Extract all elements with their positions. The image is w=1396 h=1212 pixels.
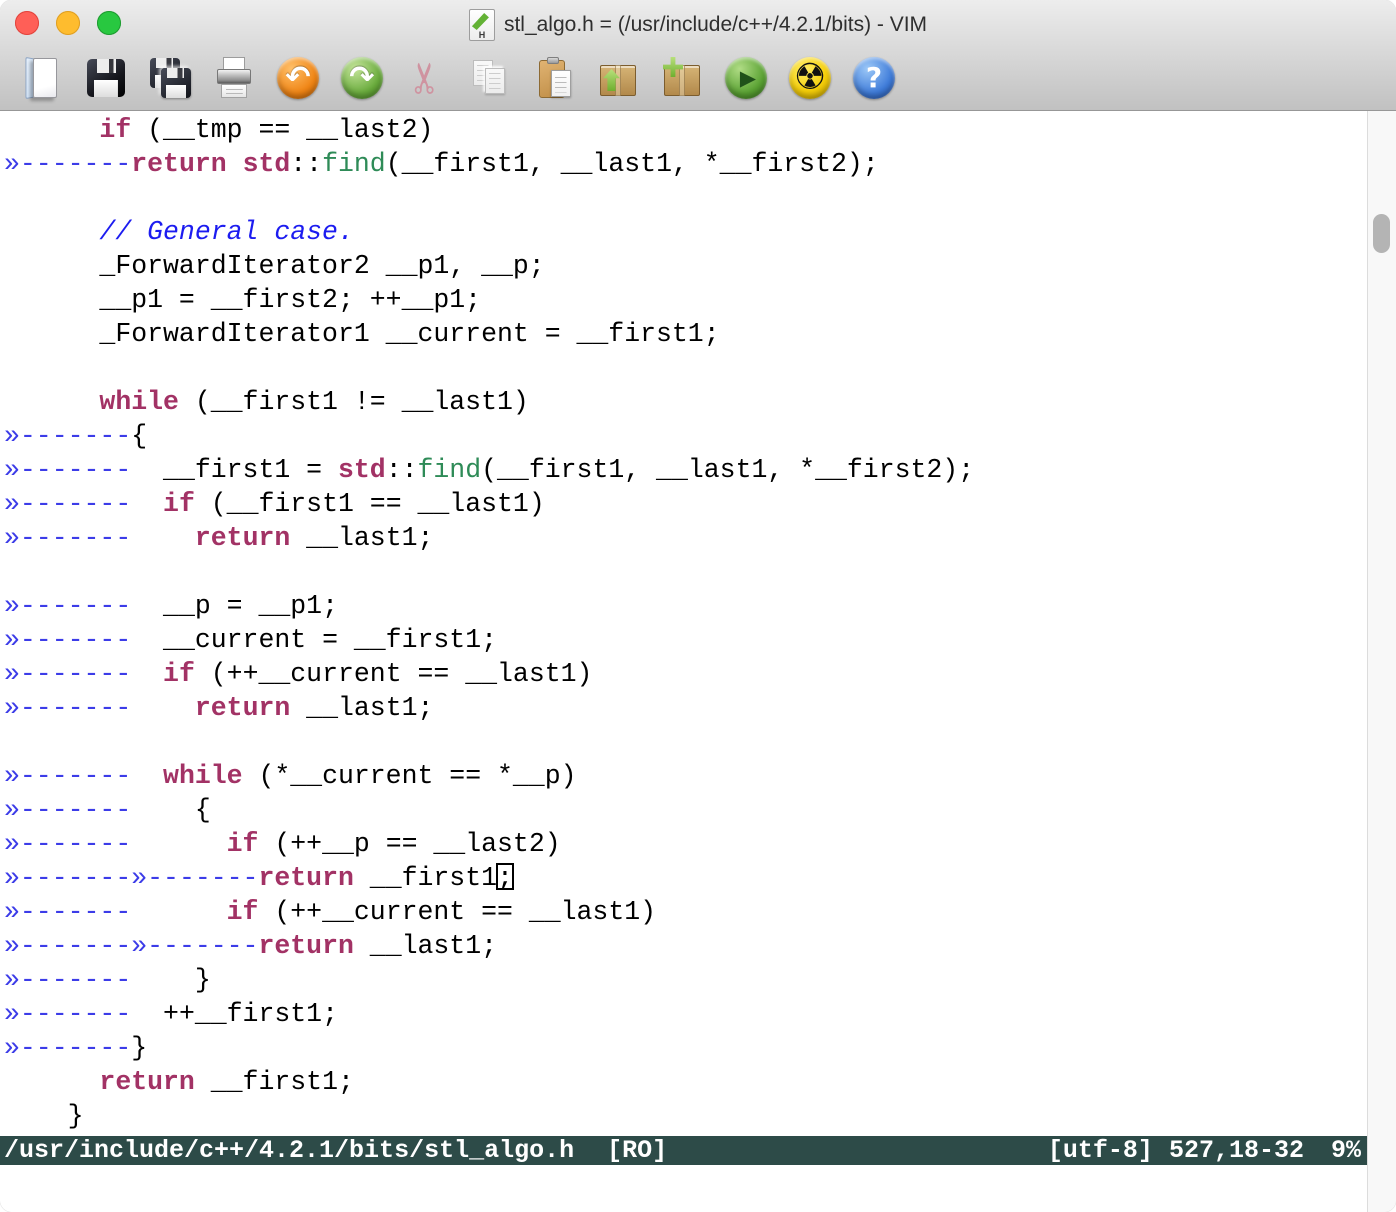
code-line: _ForwardIterator1 __current = __first1; <box>4 317 1367 351</box>
run-script-icon-glyph: ▶ <box>736 68 756 89</box>
command-line-area <box>0 1165 1367 1212</box>
code-line: »-------»-------return __first1; <box>4 861 1367 895</box>
code-line: »------- if (++__current == __last1) <box>4 895 1367 929</box>
code-line: »------- while (*__current == *__p) <box>4 759 1367 793</box>
minimize-button[interactable] <box>56 11 80 35</box>
code-line: »-------} <box>4 1031 1367 1065</box>
editor-body: if (__tmp == __last2)»-------return std:… <box>0 111 1396 1212</box>
code-line <box>4 555 1367 589</box>
run-script-icon: ▶ <box>725 57 767 99</box>
make-button[interactable]: ☢ <box>788 54 832 102</box>
code-line: »------- { <box>4 793 1367 827</box>
undo-button[interactable]: ↶ <box>276 54 320 102</box>
redo-icon-glyph: ↷ <box>349 63 374 93</box>
zoom-button[interactable] <box>97 11 121 35</box>
cursor: ; <box>497 863 513 893</box>
status-right: [utf-8] 527,18-32 9% <box>1048 1136 1361 1165</box>
code-line: while (__first1 != __last1) <box>4 385 1367 419</box>
editor-viewport[interactable]: if (__tmp == __last2)»-------return std:… <box>0 111 1367 1136</box>
encoding-badge: [utf-8] <box>1048 1136 1153 1165</box>
undo-icon: ↶ <box>277 57 319 99</box>
scroll-percent: 9% <box>1331 1136 1361 1165</box>
window-header: H stl_algo.h = (/usr/include/c++/4.2.1/b… <box>0 0 1396 111</box>
titlebar: H stl_algo.h = (/usr/include/c++/4.2.1/b… <box>0 0 1396 46</box>
document-icon: H <box>469 9 495 41</box>
cut-icon: ✂ <box>404 56 448 100</box>
scrollbar-track[interactable] <box>1367 111 1396 1212</box>
help-icon-glyph: ? <box>866 64 882 92</box>
paste-icon <box>532 56 576 100</box>
copy-button[interactable] <box>468 54 512 102</box>
code-line: __p1 = __first2; ++__p1; <box>4 283 1367 317</box>
code-line <box>4 725 1367 759</box>
code-line: »------- return __last1; <box>4 691 1367 725</box>
status-bar: /usr/include/c++/4.2.1/bits/stl_algo.h [… <box>0 1136 1367 1165</box>
open-button[interactable] <box>20 54 64 102</box>
code-line: return __first1; <box>4 1065 1367 1099</box>
code-line: // General case. <box>4 215 1367 249</box>
undo-icon-glyph: ↶ <box>285 63 310 93</box>
cursor-position: 527,18-32 <box>1169 1136 1304 1165</box>
code-line: »-------»-------return __last1; <box>4 929 1367 963</box>
save-session-button[interactable] <box>660 54 704 102</box>
code-line: »------- if (++__p == __last2) <box>4 827 1367 861</box>
code-line: »------- if (__first1 == __last1) <box>4 487 1367 521</box>
run-script-button[interactable]: ▶ <box>724 54 768 102</box>
doc-icon-letter: H <box>470 30 494 40</box>
code-line: »------- return __last1; <box>4 521 1367 555</box>
make-icon: ☢ <box>789 57 831 99</box>
traffic-lights <box>15 0 121 46</box>
window-title: stl_algo.h = (/usr/include/c++/4.2.1/bit… <box>504 13 927 37</box>
vim-window: H stl_algo.h = (/usr/include/c++/4.2.1/b… <box>0 0 1396 1212</box>
save-button[interactable] <box>84 54 128 102</box>
code-line: »-------{ <box>4 419 1367 453</box>
readonly-badge: [RO] <box>607 1136 667 1165</box>
cut-button[interactable]: ✂ <box>404 54 448 102</box>
help-button[interactable]: ? <box>852 54 896 102</box>
code-lines: if (__tmp == __last2)»-------return std:… <box>4 113 1367 1133</box>
load-session-button[interactable] <box>596 54 640 102</box>
code-line: »------- ++__first1; <box>4 997 1367 1031</box>
code-line: »-------return std::find(__first1, __las… <box>4 147 1367 181</box>
save-all-button[interactable] <box>148 54 192 102</box>
code-line: »------- __current = __first1; <box>4 623 1367 657</box>
code-line: if (__tmp == __last2) <box>4 113 1367 147</box>
paste-button[interactable] <box>532 54 576 102</box>
save-icon <box>84 56 128 100</box>
code-line: »------- if (++__current == __last1) <box>4 657 1367 691</box>
redo-icon: ↷ <box>341 57 383 99</box>
code-line: »------- } <box>4 963 1367 997</box>
code-line: »------- __p = __p1; <box>4 589 1367 623</box>
code-line <box>4 181 1367 215</box>
close-button[interactable] <box>15 11 39 35</box>
save-all-icon <box>148 56 192 100</box>
load-session-icon <box>596 56 640 100</box>
code-line: } <box>4 1099 1367 1133</box>
title-wrap: H stl_algo.h = (/usr/include/c++/4.2.1/b… <box>469 9 927 41</box>
status-left: /usr/include/c++/4.2.1/bits/stl_algo.h [… <box>4 1136 667 1165</box>
code-line: »------- __first1 = std::find(__first1, … <box>4 453 1367 487</box>
code-line <box>4 351 1367 385</box>
save-session-icon <box>660 56 704 100</box>
redo-button[interactable]: ↷ <box>340 54 384 102</box>
open-icon <box>20 56 64 100</box>
cut-icon-glyph: ✂ <box>405 60 447 95</box>
toolbar: ↶ ↷ ✂ ▶ ☢? <box>0 46 1396 110</box>
help-icon: ? <box>853 57 895 99</box>
file-path: /usr/include/c++/4.2.1/bits/stl_algo.h <box>4 1136 574 1165</box>
print-button[interactable] <box>212 54 256 102</box>
code-line: _ForwardIterator2 __p1, __p; <box>4 249 1367 283</box>
scrollbar-thumb[interactable] <box>1373 214 1390 253</box>
make-icon-glyph: ☢ <box>794 60 826 96</box>
print-icon <box>212 56 256 100</box>
copy-icon <box>468 56 512 100</box>
pencil-icon <box>472 13 489 30</box>
